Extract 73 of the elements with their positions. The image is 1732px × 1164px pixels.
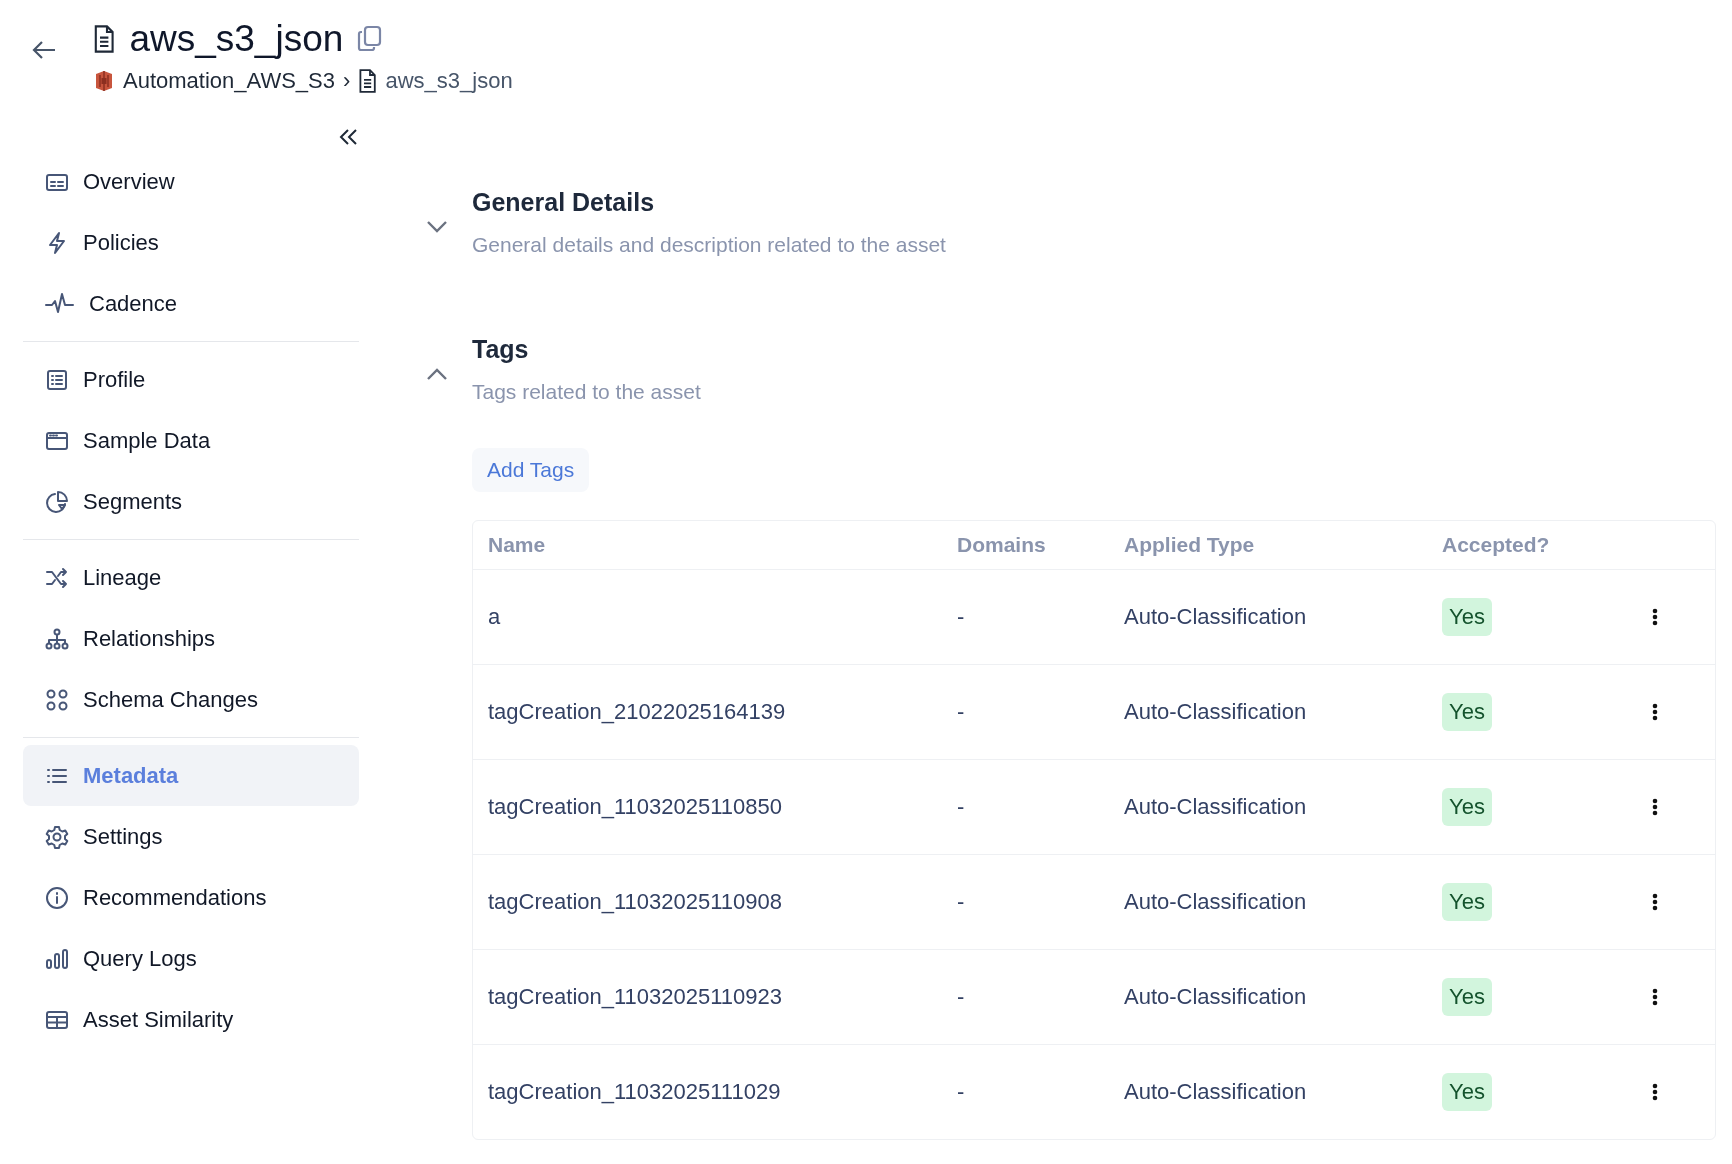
- column-header: Name: [488, 533, 547, 557]
- sidebar-item[interactable]: Relationships: [23, 608, 359, 669]
- status-badge: Yes: [1442, 788, 1492, 826]
- sidebar-item[interactable]: Policies: [23, 212, 359, 273]
- table-cell-text: -: [957, 699, 966, 725]
- bar-chart-icon: [45, 946, 69, 971]
- more-options-icon[interactable]: [1652, 703, 1658, 721]
- section-description: Tags related to the asset: [472, 380, 702, 404]
- sidebar-item[interactable]: Overview: [23, 151, 359, 212]
- more-options-icon[interactable]: [1652, 893, 1658, 911]
- sidebar-item[interactable]: Schema Changes: [23, 669, 359, 730]
- back-arrow-icon[interactable]: [31, 40, 57, 60]
- table-cell-text: -: [957, 794, 966, 820]
- bucket-icon: [93, 69, 115, 93]
- table-cell-text: -: [957, 984, 966, 1010]
- table-cell-text: tagCreation_11032025110923: [488, 984, 783, 1010]
- sidebar-item[interactable]: Query Logs: [23, 928, 359, 989]
- copy-icon[interactable]: [357, 25, 384, 53]
- table-cell-text: -: [957, 604, 966, 630]
- status-badge: Yes: [1442, 598, 1492, 636]
- shuffle-icon: [45, 565, 69, 590]
- status-badge: Yes: [1442, 883, 1492, 921]
- document-icon: [93, 25, 116, 53]
- table-cell-text: Auto-Classification: [1124, 1079, 1308, 1105]
- status-badge: Yes: [1442, 1073, 1492, 1111]
- table-cell-text: -: [957, 1079, 966, 1105]
- table-cell-text: Auto-Classification: [1124, 984, 1308, 1010]
- more-options-icon[interactable]: [1652, 988, 1658, 1006]
- section-description: General details and description related to the asset: [472, 233, 947, 257]
- section-title: General Details: [472, 188, 656, 217]
- section-title: Tags: [472, 335, 530, 364]
- pulse-icon: [45, 291, 75, 316]
- circles-grid-icon: [45, 687, 69, 712]
- table-cell-text: tagCreation_11032025110850: [488, 794, 783, 820]
- table-cell-text: -: [957, 889, 966, 915]
- breadcrumb-link[interactable]: aws_s3_json: [385, 68, 513, 94]
- settings-icon: [45, 824, 69, 849]
- info-icon: [45, 885, 69, 910]
- sidebar-item[interactable]: Settings: [23, 806, 359, 867]
- column-header: Applied Type: [1124, 533, 1256, 557]
- column-header: Accepted?: [1442, 533, 1551, 557]
- table-cell-text: Auto-Classification: [1124, 889, 1308, 915]
- collapse-icon[interactable]: [339, 128, 359, 146]
- sidebar-item[interactable]: Asset Similarity: [23, 989, 359, 1050]
- sidebar-item[interactable]: Lineage: [23, 547, 359, 608]
- breadcrumb-separator: ›: [342, 68, 351, 94]
- hierarchy-icon: [45, 626, 69, 651]
- sidebar-item[interactable]: Cadence: [23, 273, 359, 334]
- table-cell-text: tagCreation_21022025164139: [488, 699, 787, 725]
- more-options-icon[interactable]: [1652, 608, 1658, 626]
- add-tags-button[interactable]: Add Tags: [472, 448, 590, 492]
- document-icon: [358, 69, 378, 93]
- table-cell-text: Auto-Classification: [1124, 699, 1308, 725]
- breadcrumb-link[interactable]: Automation_AWS_S3: [123, 68, 335, 94]
- sidebar-item[interactable]: Sample Data: [23, 410, 359, 471]
- sidebar-item[interactable]: Profile: [23, 349, 359, 410]
- table-cell-text: Auto-Classification: [1124, 794, 1308, 820]
- sidebar-item[interactable]: Recommendations: [23, 867, 359, 928]
- sidebar-item[interactable]: Segments: [23, 471, 359, 532]
- list-icon: [45, 367, 69, 392]
- table-cell-text: Auto-Classification: [1124, 604, 1308, 630]
- pie-chart-icon: [45, 489, 69, 514]
- more-options-icon[interactable]: [1652, 798, 1658, 816]
- chevron-up-icon[interactable]: [426, 367, 448, 381]
- status-badge: Yes: [1442, 693, 1492, 731]
- column-header: Domains: [957, 533, 1047, 557]
- asset-title: aws_s3_json: [129, 18, 344, 60]
- table-cell-text: a: [488, 604, 502, 630]
- chevron-down-icon[interactable]: [426, 220, 448, 234]
- table-cell-text: tagCreation_11032025111029: [488, 1079, 782, 1105]
- more-options-icon[interactable]: [1652, 1083, 1658, 1101]
- table-cell-text: tagCreation_11032025110908: [488, 889, 783, 915]
- status-badge: Yes: [1442, 978, 1492, 1016]
